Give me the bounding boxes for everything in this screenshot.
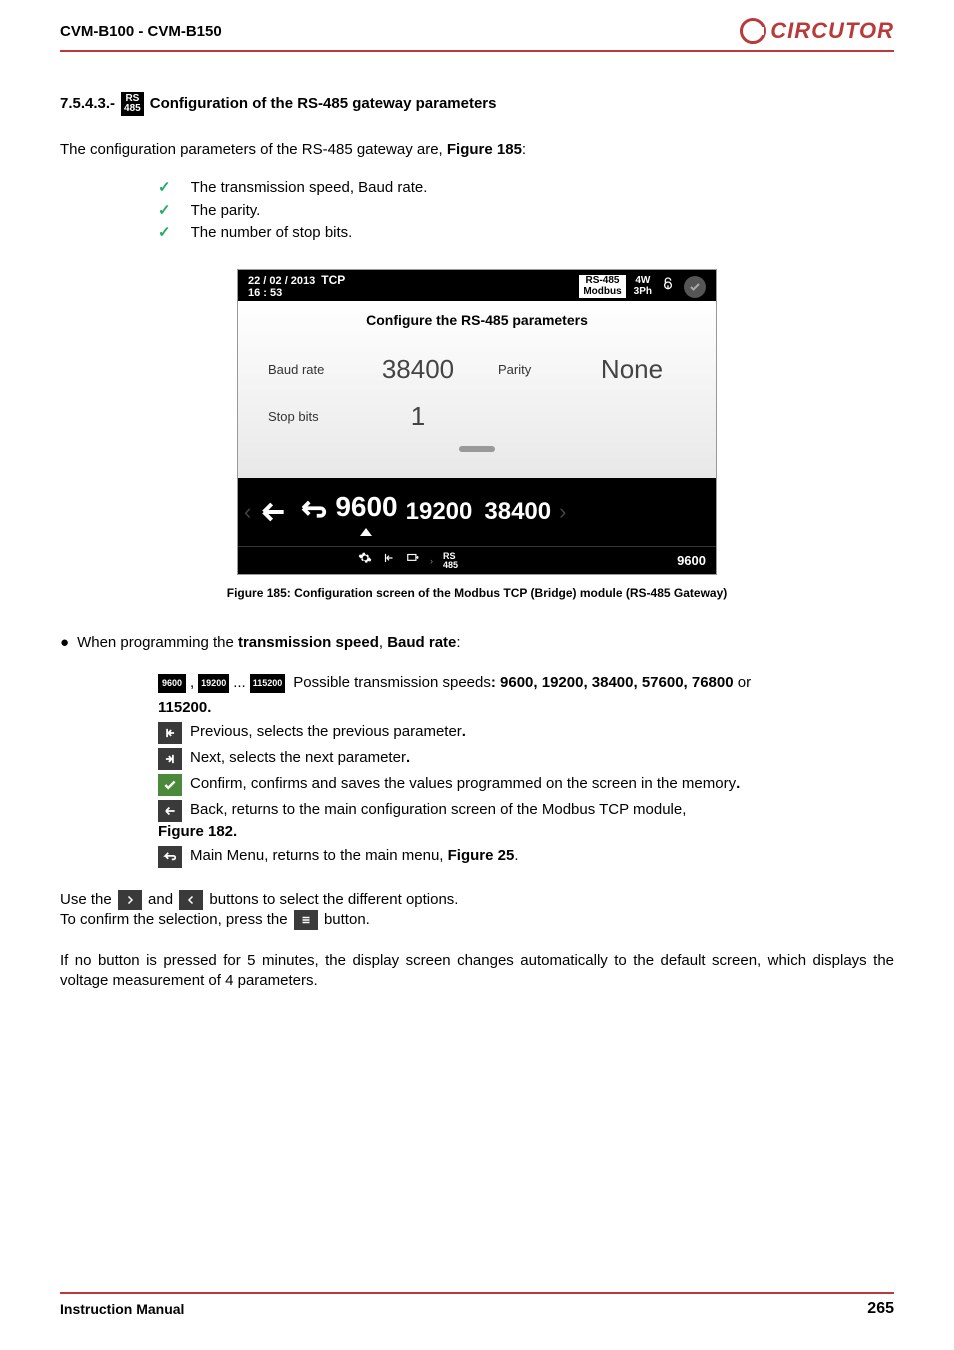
chevron-left-icon[interactable]: ‹ [244,497,251,527]
device-date: 22 / 02 / 2013 [248,275,315,287]
back-arrow-icon[interactable] [255,494,291,530]
brand-text: CIRCUTOR [770,18,894,44]
check-icon: ✓ [158,223,171,243]
drawer-handle-icon[interactable] [459,446,495,452]
baud-selector-current[interactable]: 9600 [335,488,397,536]
intro-text: The configuration parameters of the RS-4… [60,140,894,160]
prev-icon[interactable] [382,551,396,570]
stop-bits-value[interactable]: 1 [368,399,468,434]
triangle-up-icon [360,528,372,536]
tcp-icon[interactable] [406,551,420,570]
chevron-right-icon[interactable]: › [559,497,566,527]
page-number: 265 [867,1300,894,1318]
device-breadcrumb-bar: › RS485 9600 [238,546,716,574]
checklist-item: The number of stop bits. [191,223,353,243]
stop-bits-label: Stop bits [268,408,338,426]
section-title: Configuration of the RS-485 gateway para… [150,94,497,114]
device-tcp-label: TCP [321,274,345,287]
wiring-label: 4W 3Ph [634,276,652,297]
page-header: CVM-B100 - CVM-B150 CIRCUTOR [60,0,894,52]
bottom-right-value: 9600 [677,552,706,570]
back-figure-ref: Figure 182. [158,823,237,840]
left-chevron-icon[interactable] [179,890,203,910]
rs485-tag: RS-485 Modbus [579,275,625,298]
check-icon: ✓ [158,201,171,221]
section-number: 7.5.4.3.- [60,94,115,114]
timeout-paragraph: If no button is pressed for 5 minutes, t… [60,951,894,992]
gear-icon[interactable] [358,551,372,570]
baud-option[interactable]: 38400 [480,496,555,528]
speed-chip: 9600 [158,674,186,692]
breadcrumb-rs485: RS485 [443,552,458,570]
parity-label: Parity [498,361,548,379]
confirm-icon[interactable] [684,276,706,298]
lock-icon [660,276,676,297]
baud-rate-label: Baud rate [268,361,338,379]
checklist: ✓ The transmission speed, Baud rate. ✓ The… [158,178,894,243]
device-time: 16 : 53 [248,287,345,299]
speed-last: 115200. [158,699,211,716]
baud-rate-value[interactable]: 38400 [368,352,468,387]
page-footer: Instruction Manual 265 [60,1292,894,1318]
parity-value[interactable]: None [578,352,686,387]
device-screenshot: 22 / 02 / 2013 TCP 16 : 53 RS-485 Modbus… [237,269,717,575]
baud-option[interactable]: 19200 [402,496,477,528]
description-block: 9600 , 19200 ... 115200 Possible transmi… [158,673,894,868]
brand-logo: CIRCUTOR [740,18,894,44]
checklist-item: The transmission speed, Baud rate. [191,178,428,198]
confirm-button-icon[interactable] [158,774,182,796]
device-body: Configure the RS-485 parameters Baud rat… [238,301,716,478]
check-icon: ✓ [158,178,171,198]
figure-caption: Figure 185: Configuration screen of the … [60,585,894,601]
device-selector-bar: ‹ 9600 19200 38400 › [238,478,716,546]
section-heading: 7.5.4.3.- RS485 Configuration of the RS-… [60,92,894,116]
breadcrumb-separator: › [430,555,433,567]
speed-chip: 19200 [198,674,229,692]
right-chevron-icon[interactable] [118,890,142,910]
speed-chip: 115200 [250,674,286,692]
logo-icon [740,18,766,44]
main-menu-button-icon[interactable] [158,846,182,868]
checklist-item: The parity. [191,201,261,221]
back-button-icon[interactable] [158,800,182,822]
menu-icon[interactable] [294,910,318,930]
next-icon[interactable] [158,748,182,770]
rs485-badge-icon: RS485 [121,92,144,116]
device-status-bar: 22 / 02 / 2013 TCP 16 : 53 RS-485 Modbus… [238,270,716,301]
usage-instructions: Use the and buttons to select the differ… [60,890,894,931]
main-menu-icon[interactable] [295,494,331,530]
previous-icon[interactable] [158,722,182,744]
footer-title: Instruction Manual [60,1301,184,1317]
device-body-title: Configure the RS-485 parameters [238,311,716,330]
model-label: CVM-B100 - CVM-B150 [60,23,222,40]
programming-line: ● When programming the transmission spee… [60,633,894,653]
